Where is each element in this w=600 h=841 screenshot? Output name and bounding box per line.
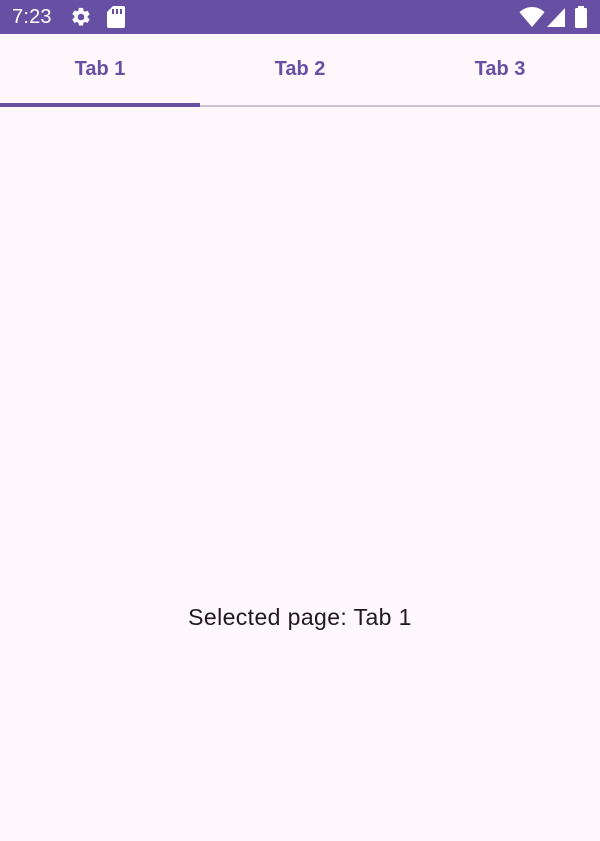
selected-tab-indicator	[0, 103, 200, 107]
selected-page-text: Selected page: Tab 1	[188, 604, 412, 630]
status-bar: 7:23	[0, 0, 600, 34]
battery-icon	[574, 0, 588, 34]
settings-gear-icon	[69, 0, 93, 34]
status-time: 7:23	[12, 6, 52, 28]
cell-signal-icon	[546, 0, 566, 34]
tab-1-label: Tab 1	[74, 58, 126, 80]
wifi-icon	[519, 0, 545, 34]
tab-2-label: Tab 2	[274, 58, 326, 80]
sd-card-icon	[106, 0, 126, 34]
tab-3-label: Tab 3	[474, 58, 526, 80]
tab-1[interactable]: Tab 1	[0, 34, 200, 108]
tab-2[interactable]: Tab 2	[200, 34, 400, 108]
tab-content-pane: Selected page: Tab 1	[0, 108, 600, 841]
tab-3[interactable]: Tab 3	[400, 34, 600, 108]
tab-row: Tab 1 Tab 2 Tab 3	[0, 34, 600, 108]
